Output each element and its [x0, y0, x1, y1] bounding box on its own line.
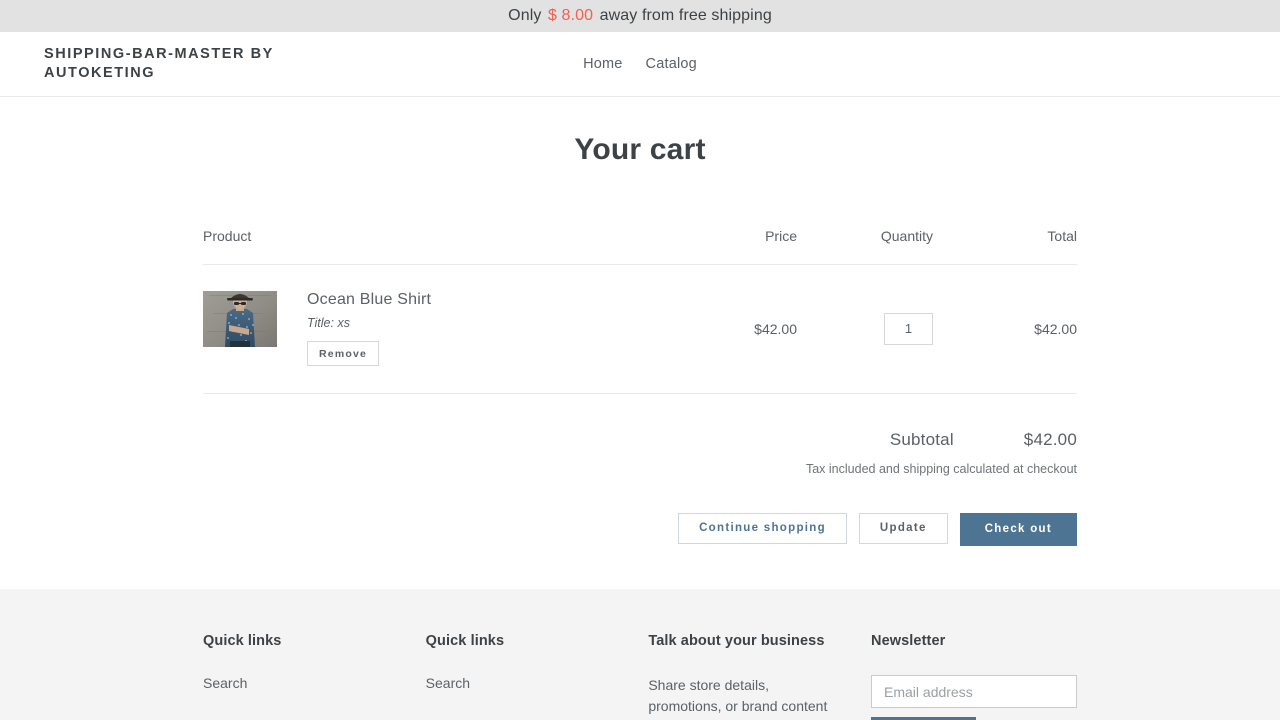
product-price: $42.00	[754, 320, 797, 337]
product-thumbnail[interactable]	[203, 291, 277, 347]
subtotal-value: $42.00	[1023, 430, 1077, 449]
product-variant: Title: xs	[307, 316, 350, 330]
cart-table-header: Product Price Quantity Total	[203, 228, 1077, 265]
newsletter-email-input[interactable]	[871, 675, 1078, 708]
page-title: Your cart	[574, 133, 706, 166]
cart-totals: Subtotal $42.00 Tax included and shipping…	[203, 394, 1077, 546]
footer-heading-newsletter: Newsletter	[871, 633, 946, 649]
footer-heading-business: Talk about your business	[648, 633, 825, 649]
subtotal-label: Subtotal	[889, 430, 954, 449]
footer-column-business: Talk about your business Share store det…	[648, 633, 871, 720]
announcement-suffix: away from free shipping	[599, 7, 772, 24]
cart-item-row: Ocean Blue Shirt Title: xs Remove $42.00…	[203, 265, 1077, 394]
footer-heading-quick-links-2: Quick links	[425, 633, 505, 649]
cart-page: Your cart Product Price Quantity Total O…	[0, 97, 1280, 589]
announcement-prefix: Only	[508, 7, 542, 24]
column-header-total: Total	[1047, 228, 1077, 244]
quantity-input[interactable]	[884, 312, 933, 345]
site-footer: Quick links Search Quick links Search Ta…	[0, 589, 1280, 720]
continue-shopping-button[interactable]: Continue shopping	[678, 513, 847, 544]
footer-business-text: Share store details, promotions, or bran…	[648, 677, 828, 720]
announcement-amount: $ 8.00	[548, 7, 594, 24]
product-title[interactable]: Ocean Blue Shirt	[307, 291, 431, 309]
remove-button[interactable]: Remove	[307, 341, 380, 366]
announcement-bar: Only $ 8.00 away from free shipping	[0, 0, 1280, 32]
product-info: Ocean Blue Shirt Title: xs Remove	[277, 291, 431, 366]
footer-link-search-1[interactable]: Search	[203, 675, 247, 691]
footer-column-quick-links-2: Quick links Search	[426, 633, 649, 720]
quantity-cell	[797, 312, 957, 345]
footer-column-quick-links-1: Quick links Search	[203, 633, 426, 720]
cart-item-product-cell: Ocean Blue Shirt Title: xs Remove	[203, 291, 647, 366]
product-line-total: $42.00	[1034, 320, 1077, 337]
cart-actions: Continue shopping Update Check out	[203, 513, 1077, 546]
footer-heading-quick-links-1: Quick links	[203, 633, 282, 649]
tax-note: Tax included and shipping calculated at …	[805, 462, 1077, 476]
site-header: Shipping-bar-master by Autoketing Home C…	[0, 32, 1280, 97]
column-header-product: Product	[203, 228, 252, 244]
footer-column-newsletter: Newsletter Subscribe	[871, 633, 1078, 720]
subtotal-row: Subtotal $42.00	[203, 430, 1077, 450]
column-header-price: Price	[765, 228, 797, 244]
column-header-quantity: Quantity	[880, 228, 933, 244]
nav-item-catalog[interactable]: Catalog	[646, 56, 697, 72]
nav-item-home[interactable]: Home	[583, 56, 622, 72]
checkout-button[interactable]: Check out	[959, 513, 1077, 546]
update-cart-button[interactable]: Update	[858, 513, 948, 544]
footer-link-search-2[interactable]: Search	[426, 675, 470, 691]
main-navigation: Home Catalog	[0, 56, 1280, 72]
